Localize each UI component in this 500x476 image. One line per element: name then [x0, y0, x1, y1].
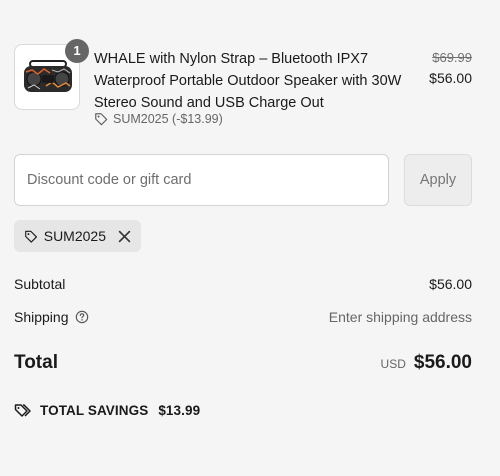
tag-icon	[95, 113, 108, 126]
currency-code: USD	[380, 357, 406, 371]
help-circle-icon[interactable]	[75, 310, 89, 324]
product-title: WHALE with Nylon Strap – Bluetooth IPX7 …	[94, 51, 402, 111]
tag-icon	[25, 230, 38, 243]
total-amount-group: USD $56.00	[381, 352, 472, 374]
discount-code-input[interactable]	[14, 154, 389, 206]
shipping-value: Enter shipping address	[328, 309, 472, 325]
applied-discount-chip: SUM2025	[14, 220, 141, 252]
remove-discount-button[interactable]	[118, 230, 131, 243]
speaker-icon	[24, 60, 72, 92]
close-icon	[118, 230, 131, 242]
product-thumbnail: 1	[14, 39, 89, 110]
line-item: 1 WHALE with Nylon Strap – Bluetooth IPX…	[14, 39, 472, 130]
shipping-row: Shipping Enter shipping address	[14, 309, 472, 325]
total-savings-label: TOTAL SAVINGS	[40, 402, 149, 418]
subtotal-value: $56.00	[429, 276, 472, 292]
compare-at-price: $69.99	[432, 50, 472, 65]
total-row: Total USD $56.00	[14, 352, 472, 374]
total-savings: TOTAL SAVINGS $13.99	[14, 402, 200, 418]
shipping-label: Shipping	[14, 309, 69, 325]
line-discount: SUM2025 (-$13.99)	[94, 112, 223, 126]
total-amount: $56.00	[413, 352, 472, 373]
total-savings-amount: $13.99	[158, 402, 201, 418]
applied-discount-code: SUM2025	[43, 228, 106, 244]
shipping-label-group: Shipping	[14, 309, 89, 325]
subtotal-row: Subtotal $56.00	[14, 276, 472, 292]
apply-button[interactable]: Apply	[404, 154, 472, 206]
line-price: $56.00	[429, 70, 472, 86]
total-label: Total	[14, 352, 58, 373]
subtotal-label: Subtotal	[14, 276, 66, 292]
quantity-badge: 1	[65, 39, 89, 63]
line-discount-text: SUM2025 (-$13.99)	[113, 112, 223, 126]
tags-icon	[14, 404, 31, 417]
